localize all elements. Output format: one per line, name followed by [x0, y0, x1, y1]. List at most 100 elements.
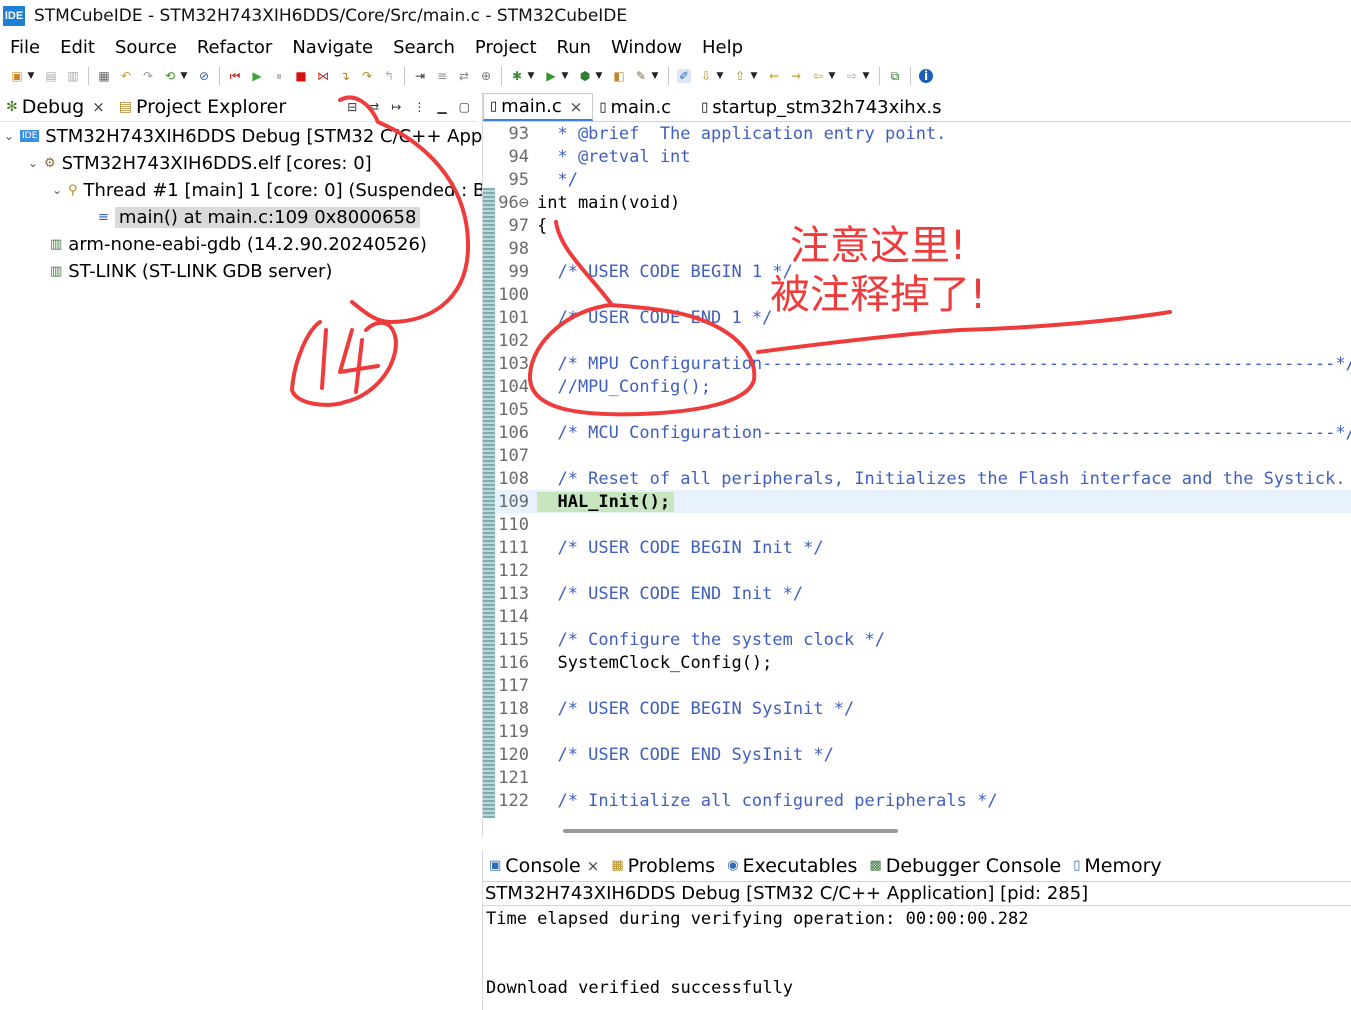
- forward-icon[interactable]: ⇨: [845, 69, 859, 83]
- external-tools-icon[interactable]: ⬢: [578, 69, 592, 83]
- menu-edit[interactable]: Edit: [60, 37, 95, 58]
- save-icon[interactable]: ▤: [44, 69, 58, 83]
- binary-icon[interactable]: ▦: [97, 69, 111, 83]
- step-into-icon[interactable]: ↴: [338, 69, 352, 83]
- code-line[interactable]: 100: [495, 283, 1351, 306]
- build-icon[interactable]: ⟲: [163, 69, 177, 83]
- menu-file[interactable]: File: [10, 37, 40, 58]
- code-line[interactable]: 96⊖ int main(void): [495, 191, 1351, 214]
- tab-main-c[interactable]: ▯ main.c: [593, 93, 681, 121]
- open-perspective-icon[interactable]: ⧉: [888, 69, 902, 83]
- minimize-icon[interactable]: ▁: [437, 100, 446, 114]
- code-line[interactable]: 117: [495, 674, 1351, 697]
- menu-source[interactable]: Source: [115, 37, 177, 58]
- tab-console[interactable]: ▣ Console ×: [489, 855, 599, 877]
- tree-item-stack-frame[interactable]: ≡ main() at main.c:109 0x8000658: [98, 204, 421, 230]
- code-line[interactable]: 122 /* Initialize all configured periphe…: [495, 789, 1351, 812]
- view-menu-icon[interactable]: ⋮: [413, 100, 425, 114]
- previous-annotation-icon[interactable]: ⇧: [733, 69, 747, 83]
- chevron-down-icon[interactable]: ▼: [179, 69, 189, 83]
- chevron-down-icon[interactable]: ⌄: [4, 129, 20, 143]
- tab-problems[interactable]: ▦ Problems: [611, 855, 715, 877]
- code-line[interactable]: 114: [495, 605, 1351, 628]
- save-all-icon[interactable]: ▥: [66, 69, 80, 83]
- tree-item-gdb[interactable]: ▥ arm-none-eabi-gdb (14.2.90.20240526): [50, 231, 427, 257]
- code-line[interactable]: 95 */: [495, 168, 1351, 191]
- horizontal-scrollbar[interactable]: [563, 829, 898, 833]
- code-line[interactable]: 98: [495, 237, 1351, 260]
- step-return-icon[interactable]: ↰: [382, 69, 396, 83]
- collapse-all-icon[interactable]: ⊟: [347, 100, 357, 114]
- highlight-icon[interactable]: ✐: [677, 69, 691, 83]
- menu-project[interactable]: Project: [475, 37, 537, 58]
- code-line[interactable]: 121: [495, 766, 1351, 789]
- tab-project-explorer[interactable]: ▤ Project Explorer: [119, 96, 286, 118]
- code-line[interactable]: 110: [495, 513, 1351, 536]
- code-line[interactable]: 115 /* Configure the system clock */: [495, 628, 1351, 651]
- step-over-icon[interactable]: ↷: [360, 69, 374, 83]
- code-line[interactable]: 118 /* USER CODE BEGIN SysInit */: [495, 697, 1351, 720]
- menu-window[interactable]: Window: [611, 37, 682, 58]
- code-line[interactable]: 112: [495, 559, 1351, 582]
- run-icon[interactable]: ▶: [544, 69, 558, 83]
- info-icon[interactable]: i: [919, 69, 933, 83]
- tree-item-stlink[interactable]: ▥ ST-LINK (ST-LINK GDB server): [50, 258, 332, 284]
- code-line[interactable]: 108 /* Reset of all peripherals, Initial…: [495, 467, 1351, 490]
- code-line[interactable]: 109 HAL_Init();: [495, 490, 1351, 513]
- chevron-down-icon[interactable]: ▼: [650, 69, 660, 83]
- chevron-down-icon[interactable]: ▼: [715, 69, 725, 83]
- menu-run[interactable]: Run: [557, 37, 592, 58]
- tree-item-launch[interactable]: ⌄ IDE STM32H743XIH6DDS Debug [STM32 C/C+…: [4, 123, 555, 149]
- chevron-down-icon[interactable]: ⌄: [28, 156, 44, 170]
- chevron-down-icon[interactable]: ▼: [26, 69, 36, 83]
- code-line[interactable]: 116 SystemClock_Config();: [495, 651, 1351, 674]
- next-annotation-icon[interactable]: ⇩: [699, 69, 713, 83]
- resume-icon[interactable]: ▶: [250, 69, 264, 83]
- tab-memory[interactable]: ▯ Memory: [1073, 855, 1161, 877]
- restart-icon[interactable]: ⏮: [228, 69, 242, 83]
- undo-icon[interactable]: ↶: [119, 69, 133, 83]
- code-area[interactable]: 93 * @brief The application entry point.…: [495, 122, 1351, 822]
- tab-startup-s[interactable]: ▯ startup_stm32h743xihx.s: [695, 93, 951, 121]
- reset-chip-icon[interactable]: ⇄: [457, 69, 471, 83]
- code-line[interactable]: 103 /* MPU Configuration----------------…: [495, 352, 1351, 375]
- menu-search[interactable]: Search: [393, 37, 455, 58]
- code-line[interactable]: 97 {: [495, 214, 1351, 237]
- code-line[interactable]: 104 //MPU_Config();: [495, 375, 1351, 398]
- code-line[interactable]: 120 /* USER CODE END SysInit */: [495, 743, 1351, 766]
- code-line[interactable]: 93 * @brief The application entry point.: [495, 122, 1351, 145]
- disconnect-icon[interactable]: ⋈: [316, 69, 330, 83]
- suspend-icon[interactable]: ⏸: [272, 69, 286, 83]
- code-line[interactable]: 113 /* USER CODE END Init */: [495, 582, 1351, 605]
- wrench-icon[interactable]: ✎: [634, 69, 648, 83]
- chevron-down-icon[interactable]: ▼: [526, 69, 536, 83]
- menu-refactor[interactable]: Refactor: [197, 37, 273, 58]
- forward-edit-icon[interactable]: ⇝: [789, 69, 803, 83]
- chevron-down-icon[interactable]: ▼: [749, 69, 759, 83]
- instruction-stepping-icon[interactable]: ⇥: [413, 69, 427, 83]
- code-line[interactable]: 111 /* USER CODE BEGIN Init */: [495, 536, 1351, 559]
- new-icon[interactable]: ▣: [10, 69, 24, 83]
- code-line[interactable]: 107: [495, 444, 1351, 467]
- code-line[interactable]: 105: [495, 398, 1351, 421]
- last-edit-icon[interactable]: ⇜: [767, 69, 781, 83]
- close-icon[interactable]: ×: [570, 98, 583, 116]
- chevron-down-icon[interactable]: ▼: [594, 69, 604, 83]
- code-line[interactable]: 119: [495, 720, 1351, 743]
- redo-icon[interactable]: ↷: [141, 69, 155, 83]
- list-icon[interactable]: ≡: [435, 69, 449, 83]
- tab-debugger-console[interactable]: ▩ Debugger Console: [869, 855, 1061, 877]
- chevron-down-icon[interactable]: ▼: [861, 69, 871, 83]
- open-project-icon[interactable]: ◧: [612, 69, 626, 83]
- code-line[interactable]: 106 /* MCU Configuration----------------…: [495, 421, 1351, 444]
- back-icon[interactable]: ⇦: [811, 69, 825, 83]
- step-mode-icon[interactable]: ↦: [391, 100, 401, 114]
- chevron-down-icon[interactable]: ▼: [560, 69, 570, 83]
- tree-item-elf[interactable]: ⌄ ⚙ STM32H743XIH6DDS.elf [cores: 0]: [28, 150, 372, 176]
- tab-debug[interactable]: ✻ Debug ×: [6, 96, 105, 118]
- chip-icon[interactable]: ⊕: [479, 69, 493, 83]
- code-line[interactable]: 102: [495, 329, 1351, 352]
- maximize-icon[interactable]: ▢: [459, 100, 470, 114]
- menu-help[interactable]: Help: [702, 37, 743, 58]
- tab-executables[interactable]: ◉ Executables: [727, 855, 857, 877]
